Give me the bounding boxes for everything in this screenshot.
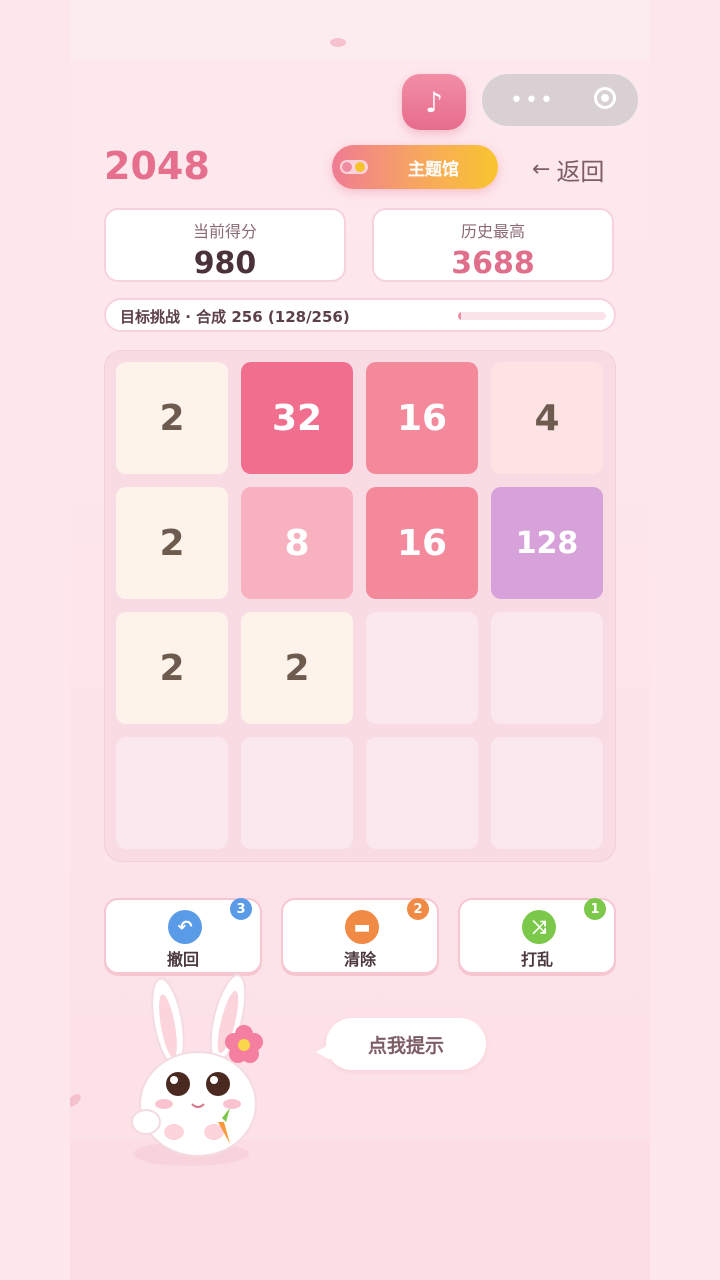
back-button[interactable]: ← 返回 <box>532 152 604 187</box>
goal-progress-fill <box>458 312 461 320</box>
petal-decoration <box>70 1091 84 1110</box>
empty-cell <box>116 737 228 849</box>
back-label: 返回 <box>556 158 605 186</box>
tile-32: 32 <box>241 362 353 474</box>
theme-toggle-icon <box>340 160 368 174</box>
shuffle-button[interactable]: ⤨ 打乱 1 <box>458 898 616 974</box>
tile-128: 128 <box>491 487 603 599</box>
left-margin <box>0 0 70 1280</box>
clear-count-badge: 2 <box>407 898 429 920</box>
shuffle-count-badge: 1 <box>584 898 606 920</box>
tile-2: 2 <box>116 612 228 724</box>
back-arrow-icon: ← <box>532 157 551 182</box>
goal-text: 目标挑战 · 合成 256 (128/256) <box>120 308 350 326</box>
miniapp-capsule[interactable]: ••• <box>482 74 638 126</box>
theme-hall-button[interactable]: 主题馆 <box>332 145 498 189</box>
game-title: 2048 <box>104 144 210 188</box>
empty-cell <box>491 737 603 849</box>
bunny-mascot[interactable] <box>126 972 276 1172</box>
clear-label: 清除 <box>343 950 376 969</box>
best-score-label: 历史最高 <box>460 222 525 241</box>
empty-cell <box>366 737 478 849</box>
hint-label: 点我提示 <box>367 1034 444 1057</box>
music-note-icon: ♪ <box>425 85 443 119</box>
game-screen: ♪ ••• 2048 主题馆 ← 返回 当前得分 980 历史最高 3688 目… <box>70 0 650 1280</box>
more-icon[interactable]: ••• <box>510 88 555 113</box>
eraser-icon: ▬ <box>345 910 379 944</box>
music-button[interactable]: ♪ <box>402 74 466 130</box>
game-board[interactable]: 2 32 16 4 2 8 16 128 2 2 <box>104 350 616 862</box>
tile-2: 2 <box>241 612 353 724</box>
empty-cell <box>241 737 353 849</box>
tile-4: 4 <box>491 362 603 474</box>
undo-button[interactable]: ↶ 撤回 3 <box>104 898 262 974</box>
undo-icon: ↶ <box>168 910 202 944</box>
right-margin <box>650 0 720 1280</box>
petal-decoration <box>330 38 346 47</box>
shuffle-icon: ⤨ <box>522 910 556 944</box>
tile-2: 2 <box>116 487 228 599</box>
undo-count-badge: 3 <box>230 898 252 920</box>
undo-label: 撤回 <box>166 950 199 969</box>
hint-bubble[interactable]: 点我提示 <box>316 1018 486 1070</box>
empty-cell <box>366 612 478 724</box>
tile-2: 2 <box>116 362 228 474</box>
current-score-value: 980 <box>193 246 257 281</box>
current-score-card: 当前得分 980 <box>104 208 346 282</box>
theme-hall-label: 主题馆 <box>408 159 459 180</box>
tile-8: 8 <box>241 487 353 599</box>
best-score-value: 3688 <box>451 246 535 281</box>
close-miniapp-icon[interactable] <box>594 87 616 109</box>
current-score-label: 当前得分 <box>192 222 257 241</box>
shuffle-label: 打乱 <box>520 950 553 969</box>
clear-button[interactable]: ▬ 清除 2 <box>281 898 439 974</box>
empty-cell <box>491 612 603 724</box>
goal-challenge: 目标挑战 · 合成 256 (128/256) <box>104 298 616 332</box>
goal-progress-bar <box>458 312 606 320</box>
status-area <box>70 0 650 60</box>
best-score-card: 历史最高 3688 <box>372 208 614 282</box>
tile-16: 16 <box>366 362 478 474</box>
tile-16: 16 <box>366 487 478 599</box>
